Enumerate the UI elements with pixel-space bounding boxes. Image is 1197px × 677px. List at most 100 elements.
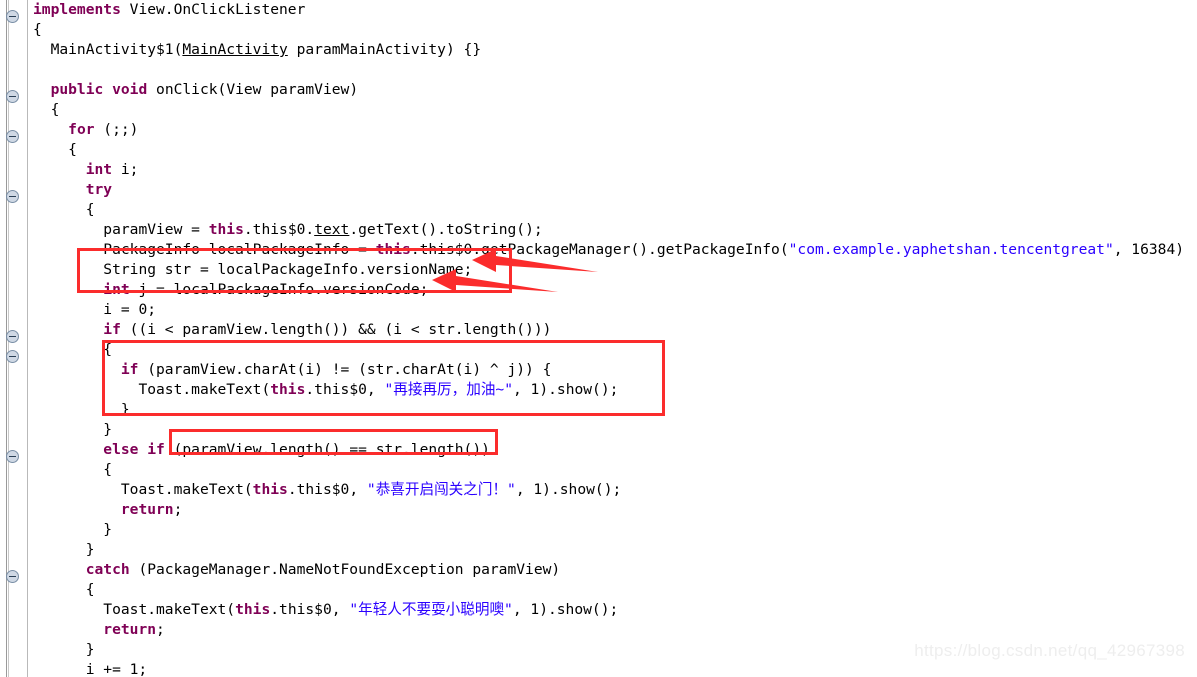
code-line[interactable]: if ((i < paramView.length()) && (i < str… bbox=[33, 320, 1197, 340]
code-token: .this$0.getPackageManager().getPackageIn… bbox=[410, 241, 789, 258]
code-token: , 1).show(); bbox=[512, 601, 619, 618]
code-token: for bbox=[68, 121, 95, 138]
code-line[interactable]: { bbox=[33, 460, 1197, 480]
watermark-text: https://blog.csdn.net/qq_42967398 bbox=[914, 641, 1185, 660]
collapse-minus-icon[interactable] bbox=[6, 130, 19, 143]
code-token: .this$0, bbox=[287, 481, 367, 498]
collapse-minus-icon[interactable] bbox=[6, 90, 19, 103]
code-token: { bbox=[103, 461, 113, 478]
code-line[interactable]: public void onClick(View paramView) bbox=[33, 80, 1197, 100]
code-token: paramView = bbox=[103, 221, 209, 238]
code-line[interactable]: i = 0; bbox=[33, 300, 1197, 320]
code-token: } bbox=[103, 521, 113, 538]
code-token: if bbox=[103, 321, 121, 338]
code-token: Toast.makeText( bbox=[120, 481, 253, 498]
code-token: catch bbox=[85, 561, 130, 578]
code-token: .this$0. bbox=[243, 221, 315, 238]
code-line[interactable]: MainActivity$1(MainActivity paramMainAct… bbox=[33, 40, 1197, 60]
code-token: , 1).show(); bbox=[512, 381, 619, 398]
code-token: i = 0; bbox=[103, 301, 157, 318]
code-token: { bbox=[50, 101, 60, 118]
code-token: public bbox=[50, 81, 104, 98]
code-token: i; bbox=[112, 161, 139, 178]
code-token: ((i < paramView.length()) && (i < str.le… bbox=[120, 321, 552, 338]
code-line[interactable]: PackageInfo localPackageInfo = this.this… bbox=[33, 240, 1197, 260]
code-token: if bbox=[147, 441, 165, 458]
code-token: (;;) bbox=[94, 121, 139, 138]
code-token: int bbox=[103, 281, 130, 298]
code-token: onClick(View paramView) bbox=[147, 81, 359, 98]
code-token: ; bbox=[173, 501, 183, 518]
code-line[interactable] bbox=[33, 60, 1197, 80]
collapse-minus-icon[interactable] bbox=[6, 190, 19, 203]
code-token: text bbox=[314, 221, 350, 238]
code-token: } bbox=[120, 401, 130, 418]
code-token: } bbox=[85, 541, 95, 558]
code-token: } bbox=[103, 421, 113, 438]
code-token: implements bbox=[33, 1, 121, 18]
collapse-minus-icon[interactable] bbox=[6, 450, 19, 463]
code-line[interactable]: Toast.makeText(this.this$0, "恭喜开启闯关之门！",… bbox=[33, 480, 1197, 500]
code-line[interactable]: } bbox=[33, 540, 1197, 560]
code-line[interactable]: paramView = this.this$0.text.getText().t… bbox=[33, 220, 1197, 240]
code-line[interactable]: { bbox=[33, 140, 1197, 160]
code-token: (paramView.length() == str.length()) bbox=[164, 441, 490, 458]
code-token: MainActivity$1( bbox=[50, 41, 183, 58]
code-token: , 16384) bbox=[1113, 241, 1185, 258]
editor-gutter[interactable] bbox=[0, 0, 28, 677]
collapse-minus-icon[interactable] bbox=[6, 10, 19, 23]
code-line[interactable]: } bbox=[33, 400, 1197, 420]
code-token: "再接再厉，加油~" bbox=[384, 381, 513, 398]
code-line[interactable]: try bbox=[33, 180, 1197, 200]
collapse-minus-icon[interactable] bbox=[6, 330, 19, 343]
code-line[interactable]: { bbox=[33, 340, 1197, 360]
code-line[interactable]: implements View.OnClickListener bbox=[33, 0, 1197, 20]
code-line[interactable]: for (;;) bbox=[33, 120, 1197, 140]
code-line[interactable]: { bbox=[33, 20, 1197, 40]
gutter-rule-right bbox=[27, 0, 28, 677]
code-token: this bbox=[270, 381, 306, 398]
code-token: , 1).show(); bbox=[515, 481, 622, 498]
code-token: this bbox=[252, 481, 288, 498]
code-token: return bbox=[103, 621, 157, 638]
code-token: .this$0, bbox=[305, 381, 385, 398]
code-token: .getText().toString(); bbox=[349, 221, 543, 238]
code-line[interactable]: Toast.makeText(this.this$0, "再接再厉，加油~", … bbox=[33, 380, 1197, 400]
code-token: { bbox=[85, 581, 95, 598]
code-line[interactable]: Toast.makeText(this.this$0, "年轻人不要耍小聪明噢"… bbox=[33, 600, 1197, 620]
code-token: { bbox=[68, 141, 77, 158]
code-token: this bbox=[235, 601, 271, 618]
code-token: MainActivity bbox=[182, 41, 288, 58]
code-text-area[interactable]: implements View.OnClickListener{ MainAct… bbox=[33, 0, 1197, 677]
code-token: Toast.makeText( bbox=[103, 601, 236, 618]
code-line[interactable]: return; bbox=[33, 500, 1197, 520]
code-line[interactable]: } bbox=[33, 420, 1197, 440]
code-line[interactable]: return; bbox=[33, 620, 1197, 640]
code-token: .this$0, bbox=[270, 601, 350, 618]
code-line[interactable]: if (paramView.charAt(i) != (str.charAt(i… bbox=[33, 360, 1197, 380]
code-token: (paramView.charAt(i) != (str.charAt(i) ^… bbox=[138, 361, 552, 378]
code-line[interactable]: else if (paramView.length() == str.lengt… bbox=[33, 440, 1197, 460]
code-line[interactable]: catch (PackageManager.NameNotFoundExcept… bbox=[33, 560, 1197, 580]
code-line[interactable]: int j = localPackageInfo.versionCode; bbox=[33, 280, 1197, 300]
collapse-minus-icon[interactable] bbox=[6, 350, 19, 363]
code-token: this bbox=[375, 241, 411, 258]
code-line[interactable]: int i; bbox=[33, 160, 1197, 180]
code-token: return bbox=[120, 501, 174, 518]
code-token: { bbox=[85, 201, 95, 218]
code-token: paramMainActivity) {} bbox=[287, 41, 482, 58]
code-token: (PackageManager.NameNotFoundException pa… bbox=[129, 561, 561, 578]
code-line[interactable]: i += 1; bbox=[33, 660, 1197, 677]
code-token: "恭喜开启闯关之门！" bbox=[366, 481, 516, 498]
code-line[interactable]: { bbox=[33, 100, 1197, 120]
code-line[interactable]: } bbox=[33, 520, 1197, 540]
code-token: Toast.makeText( bbox=[138, 381, 271, 398]
code-line[interactable]: { bbox=[33, 200, 1197, 220]
code-line[interactable]: String str = localPackageInfo.versionNam… bbox=[33, 260, 1197, 280]
code-line[interactable]: { bbox=[33, 580, 1197, 600]
collapse-minus-icon[interactable] bbox=[6, 570, 19, 583]
code-token: int bbox=[85, 161, 113, 178]
code-token: void bbox=[112, 81, 148, 98]
code-token: ; bbox=[156, 621, 165, 638]
